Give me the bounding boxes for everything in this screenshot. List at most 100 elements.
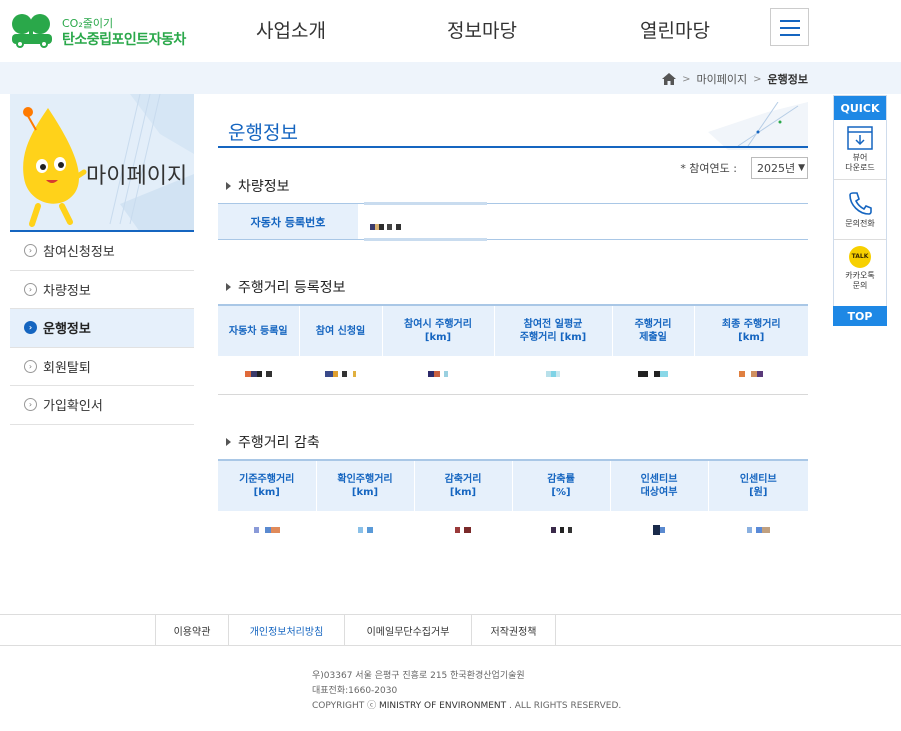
kakao-talk-icon: TALK	[849, 246, 871, 268]
sidebar-item-label: 차량정보	[43, 283, 91, 299]
mileage-reduce-section-title: 주행거리 감축	[226, 432, 320, 452]
sidebar-hero: 마이페이지	[10, 94, 194, 232]
value-accent-bar	[364, 202, 487, 205]
copyright-org: MINISTRY OF ENVIRONMENT	[378, 701, 507, 711]
table-cell	[494, 356, 612, 395]
nav-business-intro[interactable]: 사업소개	[256, 16, 326, 43]
year-select[interactable]: 2025년 ▼	[751, 157, 808, 179]
title-decoration	[708, 102, 808, 150]
breadcrumb: > 마이페이지 > 운행정보	[662, 71, 808, 87]
chevron-right-circle-icon: ›	[24, 244, 37, 258]
vehicle-reg-label: 자동차 등록번호	[218, 204, 358, 239]
value-accent-bar	[364, 238, 487, 241]
chevron-down-icon: ▼	[798, 163, 806, 173]
footer-address: 우)03367 서울 은평구 진흥로 215 한국환경산업기술원	[312, 671, 525, 681]
quick-kakao-inquiry[interactable]: TALK 카카오톡 문의	[834, 240, 886, 300]
column-header: 확인주행거리 [km]	[315, 459, 414, 511]
table-cell	[612, 356, 694, 395]
quick-phone-inquiry[interactable]: 문의전화	[834, 180, 886, 240]
quick-menu-title: QUICK	[834, 96, 886, 120]
vehicle-section-title: 차량정보	[226, 176, 290, 196]
table-cell	[414, 511, 512, 549]
quick-viewer-download[interactable]: 뷰어 다운로드	[834, 120, 886, 180]
chevron-right-icon: >	[753, 73, 762, 85]
chevron-right-circle-icon: ›	[24, 321, 37, 335]
table-cell	[299, 356, 382, 395]
footer-copyright: COPYRIGHT ⓒ MINISTRY OF ENVIRONMENT . AL…	[312, 699, 621, 714]
sidebar-menu: › 참여신청정보 › 차량정보 › 운행정보 › 회원탈퇴 › 가입확인서	[10, 232, 194, 425]
sidebar-title: 마이페이지	[86, 164, 188, 189]
footer-link-email-refusal[interactable]: 이메일무단수집거부	[345, 615, 472, 645]
home-icon[interactable]	[662, 73, 677, 85]
table-cell	[316, 511, 414, 549]
chevron-right-circle-icon: ›	[24, 398, 37, 412]
mileage-reg-section-title: 주행거리 등록정보	[226, 277, 346, 297]
nav-open-forum[interactable]: 열린마당	[640, 16, 710, 43]
footer-phone: 대표전화:1660-2030	[312, 686, 398, 696]
title-divider	[218, 146, 808, 148]
hamburger-line	[780, 27, 800, 29]
sidebar-item-certificate[interactable]: › 가입확인서	[10, 386, 194, 425]
column-header: 최종 주행거리 [km]	[693, 304, 808, 356]
column-header: 인센티브 [원]	[707, 459, 808, 511]
sidebar-item-label: 회원탈퇴	[43, 360, 91, 376]
quick-menu: QUICK 뷰어 다운로드 문의전화 TALK 카카오톡 문의 TOP	[833, 95, 887, 326]
vehicle-reg-value	[358, 202, 808, 241]
sidebar-item-participation[interactable]: › 참여신청정보	[10, 232, 194, 271]
site-header: CO₂줄이기 탄소중립포인트자동차 사업소개 정보마당 열린마당	[0, 0, 901, 62]
nav-info[interactable]: 정보마당	[447, 16, 517, 43]
column-header: 감축률 [%]	[511, 459, 610, 511]
leaf-car-logo-icon	[12, 14, 52, 48]
column-header: 참여 신청일	[298, 304, 382, 356]
table-row	[218, 356, 808, 395]
column-header: 감축거리 [km]	[413, 459, 512, 511]
breadcrumb-band: > 마이페이지 > 운행정보	[0, 62, 901, 94]
table-cell	[708, 511, 808, 549]
year-select-value: 2025년	[757, 162, 796, 175]
chevron-right-icon: >	[682, 73, 691, 85]
site-logo[interactable]: CO₂줄이기 탄소중립포인트자동차	[10, 10, 190, 50]
breadcrumb-current: 운행정보	[767, 73, 808, 86]
breadcrumb-item[interactable]: 마이페이지	[697, 71, 748, 87]
footer-links: 이용약관 개인정보처리방침 이메일무단수집거부 저작권정책	[0, 614, 901, 646]
redacted-value	[370, 216, 401, 235]
footer-link-copyright[interactable]: 저작권정책	[472, 615, 556, 645]
sidebar-item-driving[interactable]: › 운행정보	[10, 309, 194, 348]
page-title: 운행정보	[228, 122, 298, 144]
column-header: 기준주행거리 [km]	[218, 459, 316, 511]
table-cell	[218, 356, 299, 395]
table-cell	[218, 511, 316, 549]
sidebar-item-label: 참여신청정보	[43, 245, 115, 261]
column-header: 주행거리 제출일	[611, 304, 694, 356]
mileage-reduce-table: 기준주행거리 [km] 확인주행거리 [km] 감축거리 [km] 감축률 [%…	[218, 459, 808, 549]
column-header: 참여시 주행거리 [km]	[381, 304, 494, 356]
hamburger-line	[780, 34, 800, 36]
footer-link-privacy[interactable]: 개인정보처리방침	[229, 615, 345, 645]
column-header: 자동차 등록일	[218, 304, 299, 356]
table-cell	[512, 511, 610, 549]
table-row	[218, 511, 808, 549]
year-filter: * 참여연도 : 2025년 ▼	[680, 157, 808, 179]
hamburger-menu-button[interactable]	[770, 8, 809, 46]
year-label: * 참여연도 :	[680, 162, 737, 175]
mileage-reg-table: 자동차 등록일 참여 신청일 참여시 주행거리 [km] 참여전 일평균 주행거…	[218, 304, 808, 395]
chevron-right-circle-icon: ›	[24, 359, 37, 373]
phone-icon	[849, 192, 872, 215]
hamburger-line	[780, 20, 800, 22]
sidebar-item-label: 가입확인서	[43, 399, 103, 415]
logo-title: 탄소중립포인트자동차	[62, 32, 186, 48]
footer-info: 우)03367 서울 은평구 진흥로 215 한국환경산업기술원 대표전화:16…	[312, 669, 621, 714]
sidebar-item-vehicle[interactable]: › 차량정보	[10, 271, 194, 309]
column-header: 인센티브 대상여부	[609, 459, 708, 511]
table-cell	[694, 356, 808, 395]
download-icon	[847, 126, 873, 150]
table-cell	[610, 511, 708, 549]
copyright-suffix: . ALL RIGHTS RESERVED.	[509, 701, 622, 711]
chevron-right-circle-icon: ›	[24, 282, 37, 296]
scroll-top-button[interactable]: TOP	[833, 306, 887, 326]
sidebar-item-withdraw[interactable]: › 회원탈퇴	[10, 348, 194, 386]
column-header: 참여전 일평균 주행거리 [km]	[493, 304, 612, 356]
table-cell	[382, 356, 494, 395]
copyright-prefix: COPYRIGHT ⓒ	[312, 701, 377, 711]
footer-link-terms[interactable]: 이용약관	[155, 615, 229, 645]
